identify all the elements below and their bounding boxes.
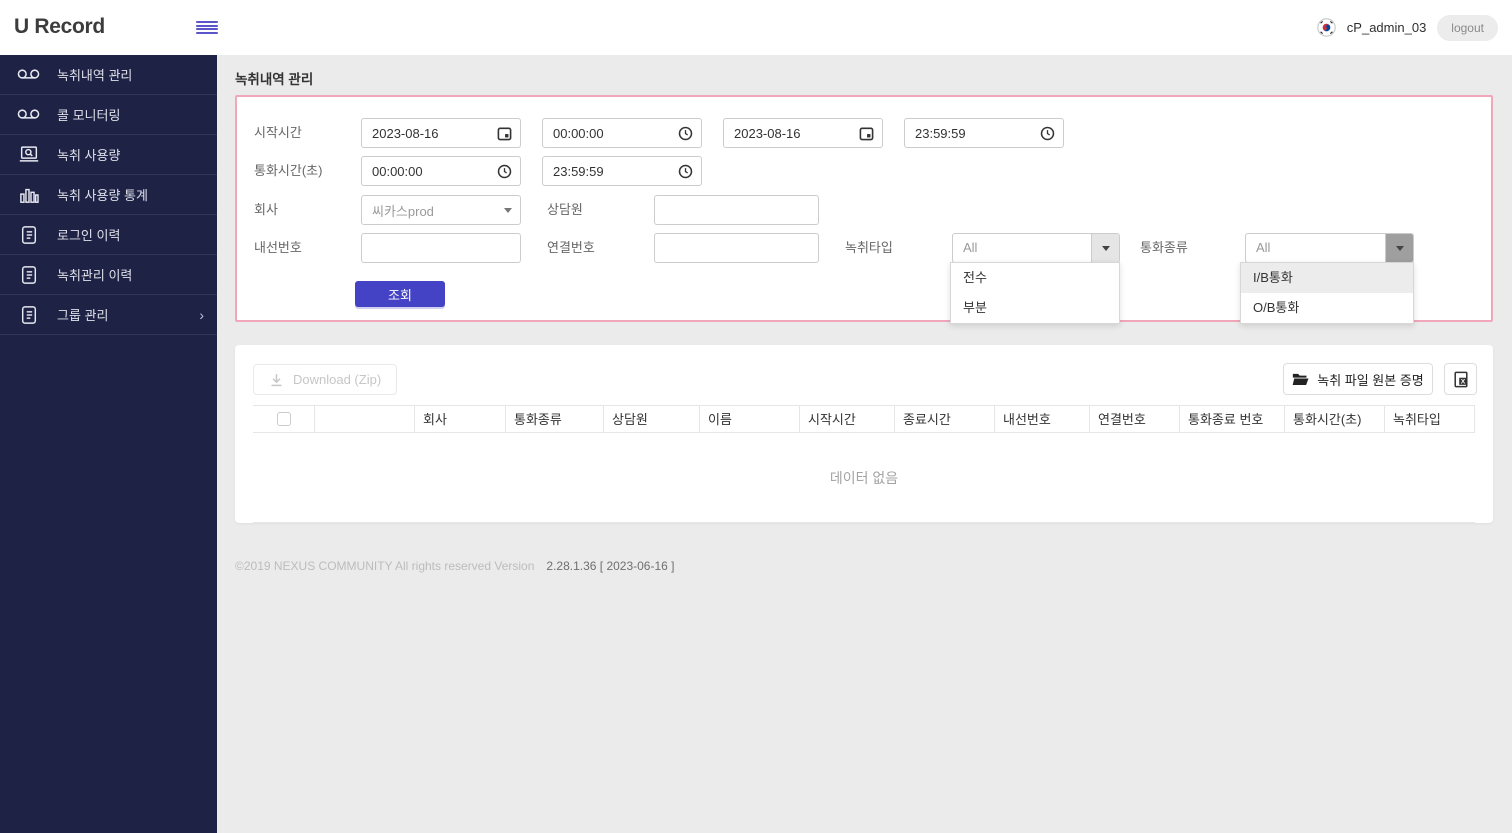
- logout-button[interactable]: logout: [1437, 14, 1498, 41]
- version-text: 2.28.1.36 [ 2023-06-16 ]: [546, 559, 675, 573]
- dropdown-option-partial[interactable]: 부분: [951, 293, 1119, 323]
- copyright-text: ©2019 NEXUS COMMUNITY All rights reserve…: [235, 559, 535, 573]
- download-icon: [271, 373, 282, 386]
- agent-input[interactable]: [654, 195, 819, 225]
- column-header-recording-type[interactable]: 녹취타입: [1385, 406, 1475, 432]
- column-header-blank: [315, 406, 415, 432]
- start-time-label: 시작시간: [254, 125, 302, 140]
- start-time-to-input[interactable]: 23:59:59: [904, 118, 1064, 148]
- start-date-from-input[interactable]: 2023-08-16: [361, 118, 521, 148]
- clock-icon[interactable]: [497, 164, 512, 179]
- sidebar-item-recording-history[interactable]: 녹취내역 관리: [0, 55, 217, 95]
- empty-state-message: 데이터 없음: [253, 433, 1475, 523]
- sidebar-item-label: 그룹 관리: [57, 308, 109, 323]
- korea-flag-icon: [1317, 18, 1336, 37]
- excel-file-icon: X: [1453, 371, 1468, 387]
- recording-type-label: 녹취타입: [845, 240, 893, 255]
- call-duration-label: 통화시간(초): [254, 163, 323, 178]
- call-type-combobox[interactable]: All: [1245, 233, 1414, 263]
- recording-type-dropdown: 전수 부분: [950, 262, 1120, 324]
- dropdown-option-inbound[interactable]: I/B통화: [1241, 263, 1413, 293]
- app-logo: U Record: [14, 15, 105, 38]
- sidebar-item-usage-stats[interactable]: 녹취 사용량 통계: [0, 175, 217, 215]
- column-header-name[interactable]: 이름: [700, 406, 800, 432]
- folder-open-icon: [1292, 373, 1309, 385]
- dropdown-option-outbound[interactable]: O/B통화: [1241, 293, 1413, 323]
- usage-search-icon: [0, 145, 57, 164]
- extension-label: 내선번호: [254, 240, 302, 255]
- column-header-start-time[interactable]: 시작시간: [800, 406, 895, 432]
- chevron-right-icon: ›: [199, 306, 204, 323]
- duration-to-input[interactable]: 23:59:59: [542, 156, 702, 186]
- bar-chart-icon: [0, 186, 57, 204]
- dropdown-option-full[interactable]: 전수: [951, 263, 1119, 293]
- hamburger-menu-icon[interactable]: [196, 21, 218, 34]
- select-all-checkbox[interactable]: [276, 412, 291, 426]
- sidebar-item-label: 녹취 사용량 통계: [57, 188, 148, 203]
- call-type-label: 통화종류: [1140, 240, 1188, 255]
- company-label: 회사: [254, 202, 278, 217]
- document-icon: [0, 265, 57, 285]
- sidebar-item-recording-usage[interactable]: 녹취 사용량: [0, 135, 217, 175]
- calendar-icon[interactable]: [859, 126, 874, 141]
- svg-text:X: X: [1460, 378, 1465, 385]
- column-header-agent[interactable]: 상담원: [604, 406, 700, 432]
- sidebar-item-label: 콜 모니터링: [57, 108, 121, 123]
- sidebar-item-label: 녹취 사용량: [57, 148, 121, 163]
- column-header-call-type[interactable]: 통화종류: [506, 406, 604, 432]
- company-select[interactable]: 씨카스prod: [361, 195, 521, 225]
- connection-input[interactable]: [654, 233, 819, 263]
- recording-proof-button[interactable]: 녹취 파일 원본 증명: [1283, 363, 1433, 395]
- sidebar-item-label: 로그인 이력: [57, 228, 121, 243]
- column-header-connection[interactable]: 연결번호: [1090, 406, 1180, 432]
- table-header-row: 회사 통화종류 상담원 이름 시작시간 종료시간 내선번호 연결번호 통화종료 …: [253, 405, 1475, 433]
- chevron-down-icon: [504, 207, 512, 213]
- column-header-extension[interactable]: 내선번호: [995, 406, 1090, 432]
- recording-type-combobox[interactable]: All: [952, 233, 1120, 263]
- combo-dropdown-button[interactable]: [1385, 234, 1413, 262]
- sidebar-item-call-monitoring[interactable]: 콜 모니터링: [0, 95, 217, 135]
- footer: ©2019 NEXUS COMMUNITY All rights reserve…: [235, 559, 675, 573]
- duration-from-input[interactable]: 00:00:00: [361, 156, 521, 186]
- sidebar-item-label: 녹취관리 이력: [57, 268, 133, 283]
- results-table: 회사 통화종류 상담원 이름 시작시간 종료시간 내선번호 연결번호 통화종료 …: [253, 405, 1475, 523]
- clock-icon[interactable]: [1040, 126, 1055, 141]
- column-header-duration[interactable]: 통화시간(초): [1285, 406, 1385, 432]
- start-date-to-input[interactable]: 2023-08-16: [723, 118, 883, 148]
- clock-icon[interactable]: [678, 164, 693, 179]
- voicemail-icon: [0, 107, 57, 122]
- extension-input[interactable]: [361, 233, 521, 263]
- call-type-dropdown: I/B통화 O/B통화: [1240, 262, 1414, 324]
- search-button[interactable]: 조회: [355, 281, 445, 307]
- document-icon: [0, 225, 57, 245]
- sidebar-item-login-history[interactable]: 로그인 이력: [0, 215, 217, 255]
- sidebar-item-label: 녹취내역 관리: [57, 68, 133, 83]
- sidebar-nav: 녹취내역 관리 콜 모니터링 녹취 사용량 녹취 사용량 통계 로그인 이력 녹…: [0, 55, 217, 833]
- logged-in-username: cP_admin_03: [1346, 20, 1427, 35]
- calendar-icon[interactable]: [497, 126, 512, 141]
- sidebar-item-recording-mgmt-history[interactable]: 녹취관리 이력: [0, 255, 217, 295]
- agent-label: 상담원: [547, 202, 583, 217]
- column-header-company[interactable]: 회사: [415, 406, 506, 432]
- download-zip-button[interactable]: Download (Zip): [253, 364, 398, 395]
- results-card: Download (Zip) 녹취 파일 원본 증명 X 회사 통화종류 상담원…: [235, 345, 1493, 523]
- column-header-end-number[interactable]: 통화종료 번호: [1180, 406, 1285, 432]
- connection-label: 연결번호: [547, 240, 595, 255]
- column-header-end-time[interactable]: 종료시간: [895, 406, 995, 432]
- excel-export-button[interactable]: X: [1444, 363, 1477, 395]
- search-filter-panel: 시작시간 2023-08-16 00:00:00 2023-08-16 23:5…: [235, 95, 1493, 324]
- start-time-from-input[interactable]: 00:00:00: [542, 118, 702, 148]
- clock-icon[interactable]: [678, 126, 693, 141]
- select-all-column-header: [253, 406, 315, 432]
- voicemail-icon: [0, 67, 57, 82]
- sidebar-item-group-management[interactable]: 그룹 관리 ›: [0, 295, 217, 335]
- document-icon: [0, 305, 57, 325]
- top-header: U Record cP_admin_03 logout: [0, 0, 1512, 55]
- page-title: 녹취내역 관리: [235, 72, 314, 87]
- combo-dropdown-button[interactable]: [1091, 234, 1119, 262]
